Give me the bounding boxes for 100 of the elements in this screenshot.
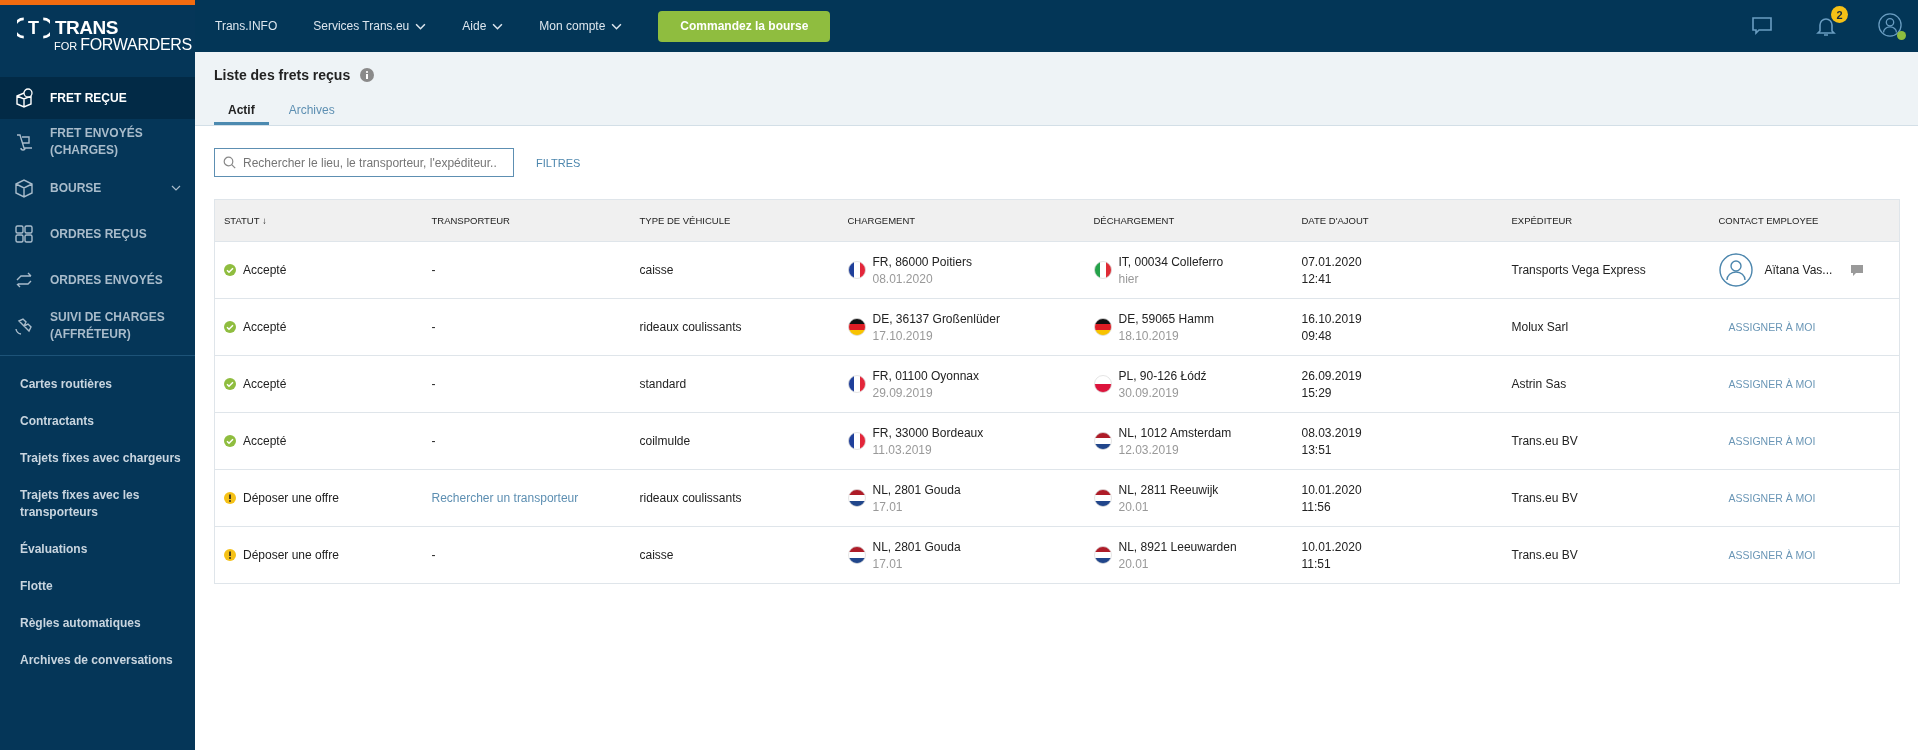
- sidebar-link[interactable]: Contractants: [0, 403, 195, 440]
- exclamation-circle-icon: [224, 492, 236, 504]
- location-text: IT, 00034 Colleferro: [1118, 254, 1224, 269]
- sidebar-link[interactable]: Trajets fixes avec les transporteurs: [0, 477, 195, 531]
- table-cell: Trans.eu BV: [1511, 548, 1578, 562]
- table-cell: -: [431, 320, 436, 334]
- chat-icon[interactable]: [1750, 14, 1774, 38]
- table-cell: rideaux coulissants: [639, 320, 742, 334]
- sidebar-link[interactable]: Trajets fixes avec chargeurs: [0, 440, 195, 477]
- time-text: 09:48: [1301, 328, 1333, 343]
- time-text: 12:41: [1301, 271, 1333, 286]
- date-text: 30.09.2019: [1118, 385, 1180, 400]
- column-header[interactable]: STATUT ↓: [224, 215, 267, 226]
- check-circle-icon: [224, 321, 236, 333]
- table-cell: standard: [639, 377, 687, 391]
- date-text: 08.03.2019: [1301, 425, 1363, 440]
- chat-icon[interactable]: [1850, 263, 1865, 277]
- bracket-icon: [17, 17, 25, 39]
- table-cell: Trans.eu BV: [1511, 434, 1578, 448]
- status-text: Accepté: [243, 320, 287, 334]
- location-text: FR, 86000 Poitiers: [872, 254, 972, 269]
- table-cell: -: [431, 263, 436, 277]
- table-cell: -: [431, 434, 436, 448]
- status-text: Déposer une offre: [243, 491, 339, 505]
- search-field[interactable]: Rechercher le lieu, le transporteur, l'expéditeur..: [214, 148, 514, 177]
- table-cell: rideaux coulissants: [639, 491, 742, 505]
- sidebar-link[interactable]: Cartes routières: [0, 366, 195, 403]
- table-cell: coilmulde: [639, 434, 691, 448]
- flag-icon: [1093, 318, 1112, 336]
- sidebar-item[interactable]: BOURSE: [0, 165, 195, 211]
- flag-icon: [847, 489, 866, 507]
- time-text: 15:29: [1301, 385, 1333, 400]
- sidebar-link[interactable]: Flotte: [0, 568, 195, 605]
- tab[interactable]: Actif: [214, 97, 269, 125]
- search-icon: [223, 156, 236, 169]
- notification-badge: 2: [1831, 6, 1848, 23]
- arrows-icon: [14, 270, 34, 290]
- sidebar-item[interactable]: SUIVI DE CHARGES (AFFRÉTEUR): [0, 303, 195, 349]
- time-text: 11:56: [1301, 499, 1332, 514]
- check-circle-icon: [224, 435, 236, 447]
- flag-icon: [1093, 546, 1112, 564]
- avatar-icon: [1718, 253, 1753, 287]
- column-header[interactable]: CHARGEMENT: [847, 215, 916, 226]
- table-cell: -: [431, 548, 436, 562]
- nav-link[interactable]: Trans.INFO: [215, 19, 298, 33]
- status-text: Déposer une offre: [243, 548, 339, 562]
- search-carrier-link[interactable]: Rechercher un transporteur: [431, 491, 579, 505]
- column-header[interactable]: CONTACT EMPLOYEE: [1718, 215, 1819, 226]
- location-text: NL, 1012 Amsterdam: [1118, 425, 1232, 440]
- column-header[interactable]: TRANSPORTEUR: [431, 215, 510, 226]
- location-text: NL, 2801 Gouda: [872, 482, 961, 497]
- column-header[interactable]: DATE D'AJOUT: [1301, 215, 1369, 226]
- sidebar-item[interactable]: FRET REÇUE: [0, 77, 195, 119]
- sidebar-link[interactable]: Archives de conversations: [0, 642, 195, 679]
- date-text: 17.01: [872, 556, 904, 571]
- date-text: 10.01.2020: [1301, 482, 1363, 497]
- check-circle-icon: [224, 264, 236, 276]
- sidebar-link[interactable]: Règles automatiques: [0, 605, 195, 642]
- location-text: NL, 2801 Gouda: [872, 539, 961, 554]
- column-header[interactable]: TYPE DE VÉHICULE: [639, 215, 731, 226]
- flag-icon: [847, 546, 866, 564]
- location-text: PL, 90-126 Łódź: [1118, 368, 1207, 383]
- table-cell: -: [431, 377, 436, 391]
- nav-link[interactable]: Aide: [462, 19, 524, 33]
- location-text: FR, 01100 Oyonnax: [872, 368, 979, 383]
- flag-icon: [1093, 375, 1112, 393]
- location-text: DE, 59065 Hamm: [1118, 311, 1214, 326]
- flag-icon: [847, 318, 866, 336]
- table-cell: Astrin Sas: [1511, 377, 1567, 391]
- nav-link[interactable]: Services Trans.eu: [313, 19, 447, 33]
- filters-link[interactable]: FILTRES: [536, 156, 581, 169]
- date-text: 10.01.2020: [1301, 539, 1363, 554]
- flag-icon: [847, 261, 866, 279]
- nav-link[interactable]: Mon compte: [539, 19, 643, 33]
- sidebar-item[interactable]: ORDRES REÇUS: [0, 211, 195, 257]
- location-text: DE, 36137 Großenlüder: [872, 311, 1000, 326]
- location-text: NL, 8921 Leeuwarden: [1118, 539, 1237, 554]
- date-text: 17.01: [872, 499, 904, 514]
- sidebar-item[interactable]: ORDRES ENVOYÉS: [0, 257, 195, 303]
- status-text: Accepté: [243, 377, 287, 391]
- date-text: 26.09.2019: [1301, 368, 1363, 383]
- date-text: 17.10.2019: [872, 328, 934, 343]
- avatar-icon[interactable]: [1878, 13, 1902, 37]
- hand-truck-icon: [14, 132, 34, 152]
- location-text: FR, 33000 Bordeaux: [872, 425, 984, 440]
- column-header[interactable]: DÉCHARGEMENT: [1093, 215, 1175, 226]
- check-circle-icon: [224, 378, 236, 390]
- sidebar-link[interactable]: Évaluations: [0, 531, 195, 568]
- grid-icon: [14, 224, 34, 244]
- logo-text: TRANS: [55, 17, 118, 38]
- flag-icon: [1093, 489, 1112, 507]
- sidebar-item[interactable]: FRET ENVOYÉS (CHARGES): [0, 119, 195, 165]
- column-header[interactable]: EXPÉDITEUR: [1511, 215, 1573, 226]
- bracket-icon: [42, 17, 50, 39]
- contact-name: Aïtana Vas...: [1764, 263, 1833, 277]
- box-icon: [14, 178, 34, 198]
- logo-mark: T: [14, 17, 53, 39]
- time-text: 11:51: [1301, 556, 1332, 571]
- info-icon: [360, 68, 375, 82]
- location-text: NL, 2811 Reeuwijk: [1118, 482, 1219, 497]
